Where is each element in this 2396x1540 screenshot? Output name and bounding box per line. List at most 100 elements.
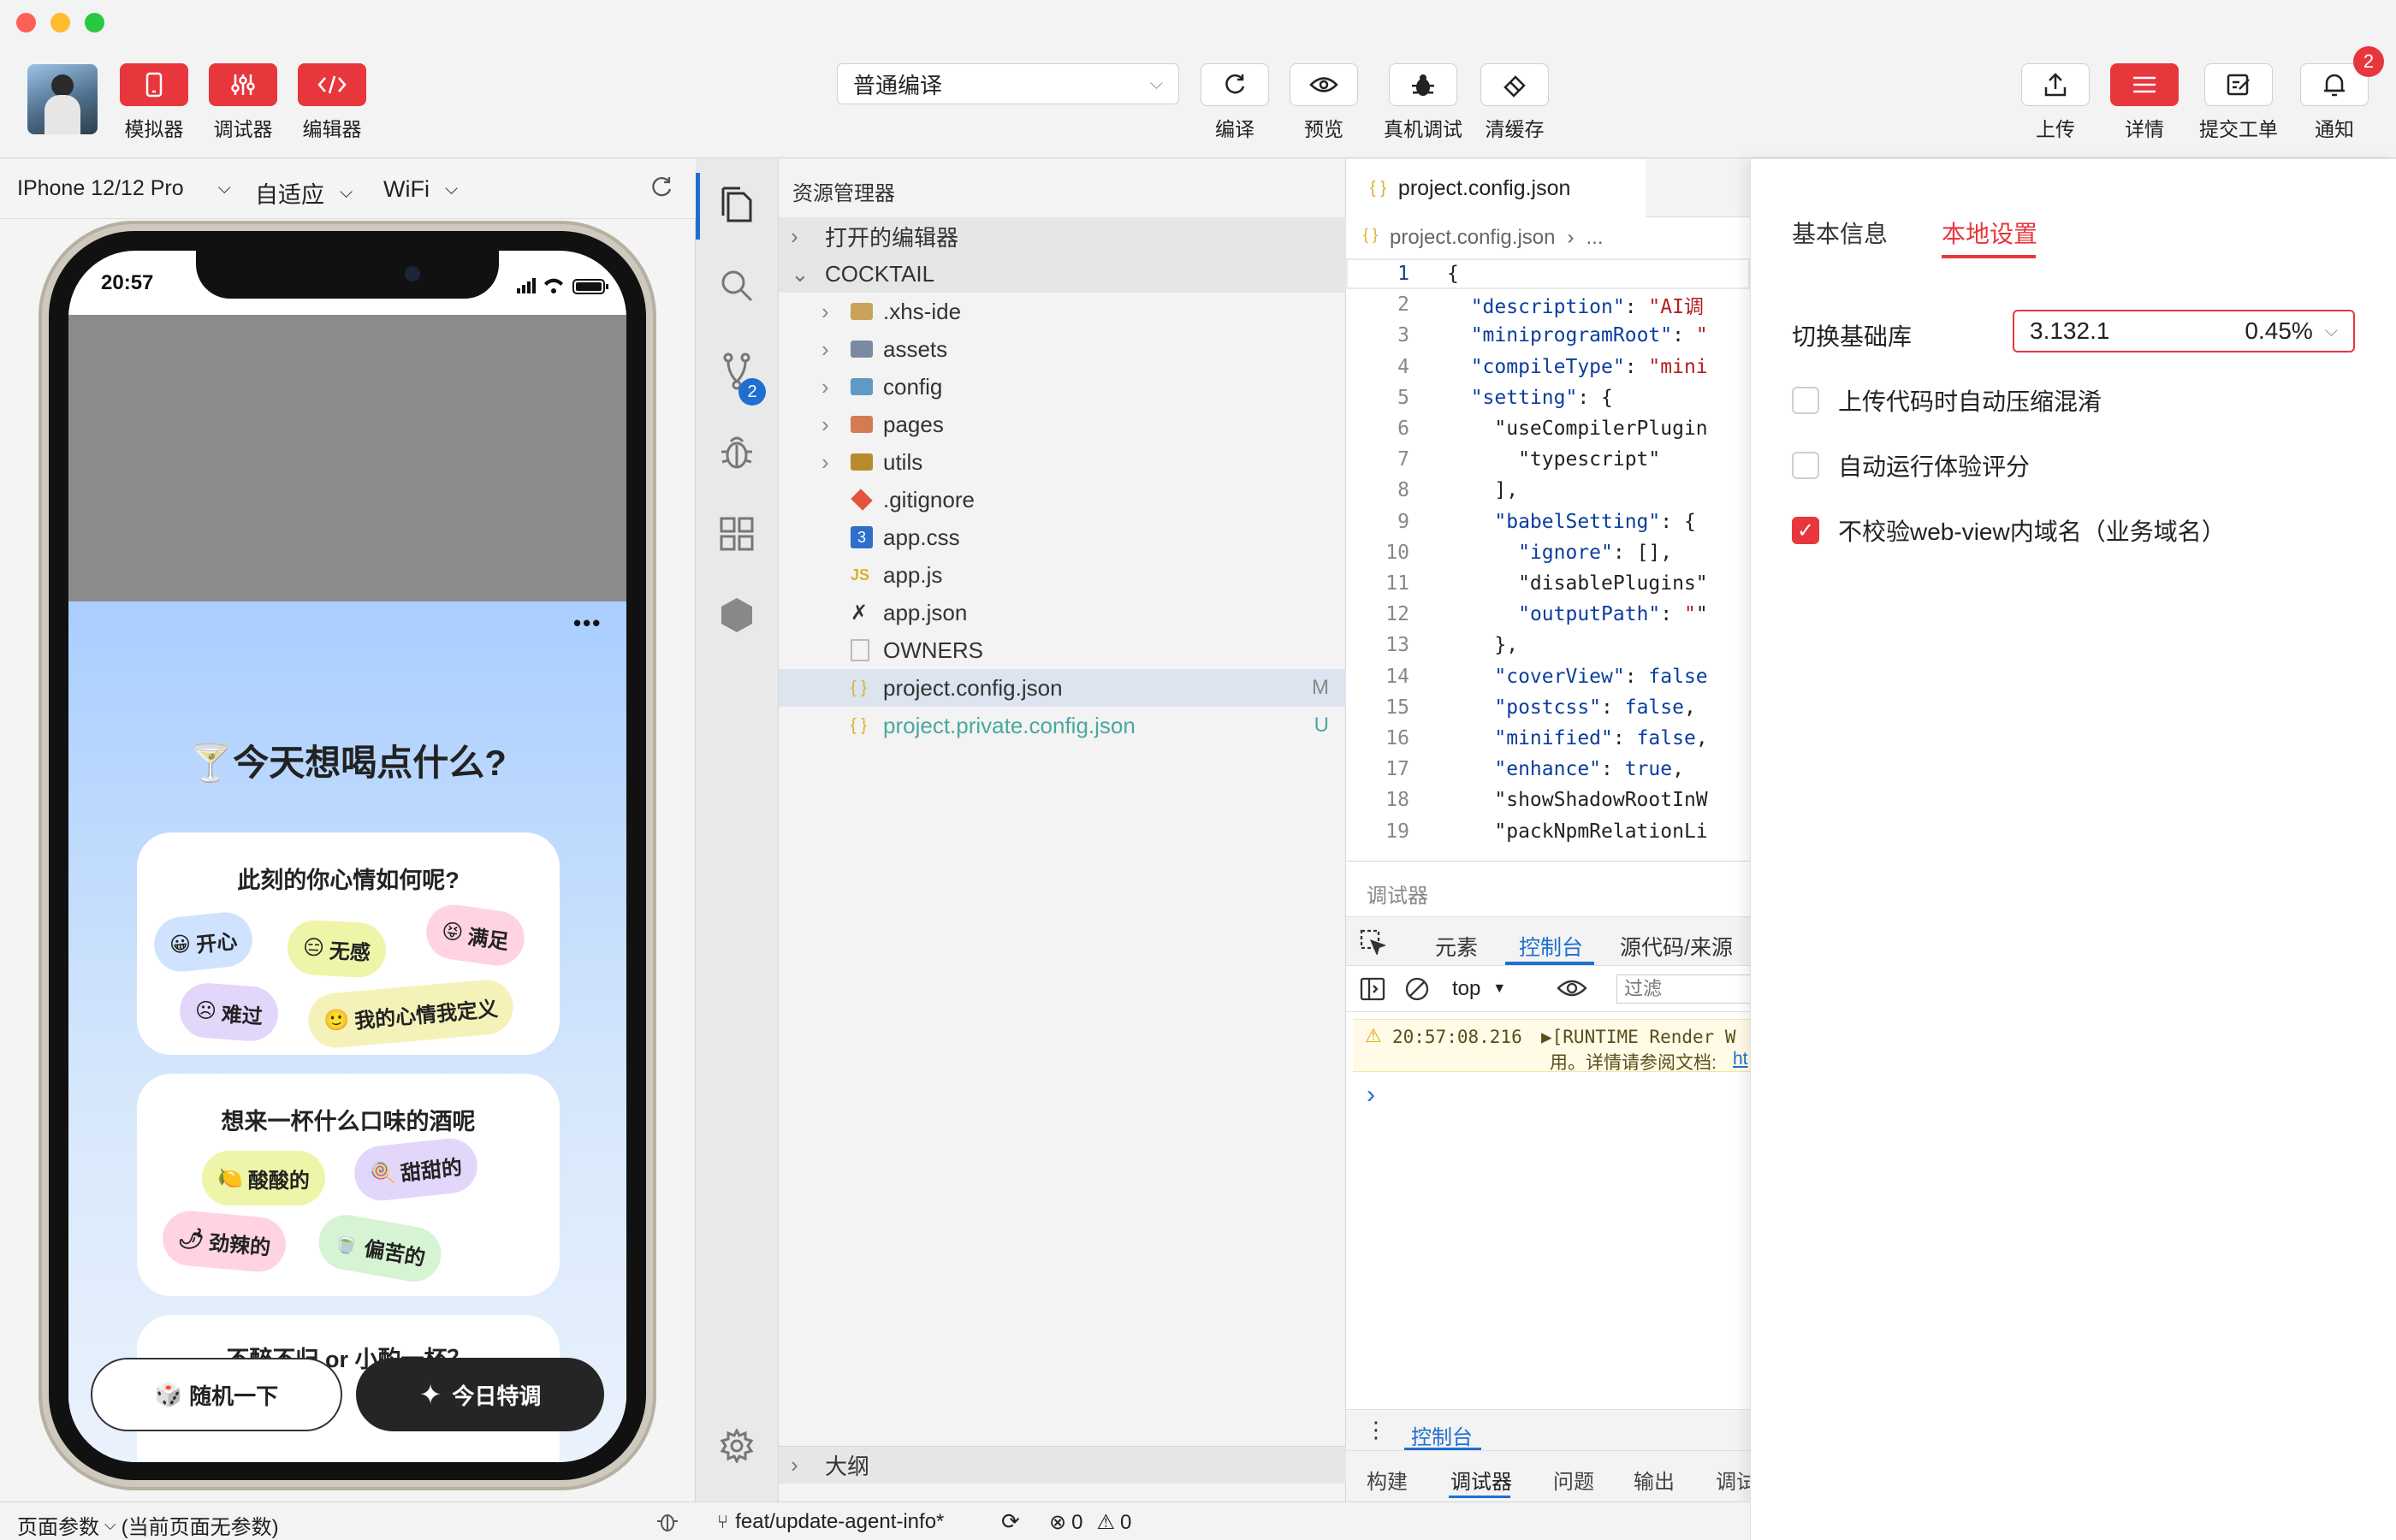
tree-file[interactable]: ✗ app.json: [779, 594, 1346, 631]
device-select[interactable]: IPhone 12/12 Pro ⌵: [17, 176, 231, 201]
extensions-icon[interactable]: [720, 517, 754, 555]
git-branch[interactable]: ⑂ feat/update-agent-info*: [717, 1510, 944, 1534]
code-line[interactable]: 6 "useCompilerPlugin: [1346, 413, 1750, 444]
mood-chip[interactable]: 😝 满足: [423, 901, 528, 969]
console-prompt[interactable]: ›: [1367, 1081, 1375, 1110]
outline-section[interactable]: › 大纲: [779, 1446, 1346, 1484]
code-line[interactable]: 15 "postcss": false,: [1346, 692, 1750, 723]
submit-ticket-button[interactable]: 提交工单: [2199, 63, 2278, 142]
tree-file[interactable]: 3 app.css: [779, 518, 1346, 556]
flavor-chip[interactable]: 🍵 偏苦的: [314, 1210, 446, 1287]
notify-button[interactable]: 通知: [2300, 63, 2369, 142]
more-menu-button[interactable]: •••: [573, 610, 602, 637]
sync-icon[interactable]: ⟳: [1001, 1508, 1020, 1535]
preview-button[interactable]: 预览: [1290, 63, 1358, 142]
code-line[interactable]: 3 "miniprogramRoot": ": [1346, 320, 1750, 351]
checkbox-unchecked[interactable]: [1792, 452, 1819, 479]
tab-output[interactable]: 输出: [1634, 1465, 1675, 1495]
close-window-button[interactable]: [16, 13, 36, 33]
simulator-debug-icon[interactable]: [655, 1509, 679, 1539]
page-params-select[interactable]: 页面参数 ⌵ (当前页面无参数): [17, 1510, 279, 1540]
tab-build[interactable]: 构建: [1367, 1465, 1408, 1495]
console-filter-input[interactable]: [1616, 974, 1753, 1004]
tree-file-selected[interactable]: { } project.config.json M: [779, 669, 1346, 707]
avatar[interactable]: [27, 64, 98, 134]
log-doc-link[interactable]: ht: [1733, 1049, 1748, 1069]
option-auto-score[interactable]: 自动运行体验评分: [1792, 448, 2030, 483]
clear-console-icon[interactable]: [1404, 976, 1430, 1006]
code-line[interactable]: 5 "setting": {: [1346, 382, 1750, 413]
live-expression-eye-icon[interactable]: [1557, 978, 1587, 1003]
compile-button[interactable]: 编译: [1201, 63, 1269, 142]
mood-chip[interactable]: ☹ 难过: [177, 981, 281, 1043]
fit-select[interactable]: 自适应 ⌵: [255, 176, 353, 210]
debugger-toggle[interactable]: 调试器: [209, 63, 277, 142]
checkmark-icon[interactable]: ✓: [1792, 517, 1819, 544]
search-icon[interactable]: [720, 269, 754, 307]
tab-sources[interactable]: 源代码/来源: [1620, 931, 1733, 962]
inspect-element-icon[interactable]: [1360, 929, 1387, 959]
upload-button[interactable]: 上传: [2021, 63, 2090, 142]
tree-file[interactable]: .gitignore: [779, 481, 1346, 518]
zoom-window-button[interactable]: [85, 13, 104, 33]
tree-folder[interactable]: › pages: [779, 406, 1346, 443]
option-compress[interactable]: 上传代码时自动压缩混淆: [1792, 383, 2102, 418]
code-line[interactable]: 14 "coverView": false: [1346, 661, 1750, 692]
code-line[interactable]: 8 ],: [1346, 475, 1750, 506]
option-skip-domain-check[interactable]: ✓ 不校验web-view内域名（业务域名）: [1792, 513, 2226, 548]
tree-file[interactable]: JS app.js: [779, 556, 1346, 594]
clear-cache-button[interactable]: 清缓存: [1480, 63, 1549, 142]
special-button[interactable]: ✦ 今日特调: [356, 1358, 604, 1431]
drawer-tab-console[interactable]: 控制台: [1411, 1420, 1473, 1450]
code-line[interactable]: 11 "disablePlugins": [1346, 568, 1750, 599]
tree-file[interactable]: OWNERS: [779, 631, 1346, 669]
code-line[interactable]: 2 "description": "AI调: [1346, 289, 1750, 320]
checkbox-unchecked[interactable]: [1792, 387, 1819, 414]
tab-console[interactable]: 控制台: [1519, 931, 1583, 962]
base-lib-select[interactable]: 3.132.1 0.45% ⌵: [2013, 310, 2355, 352]
simulator-toggle[interactable]: 模拟器: [120, 63, 188, 142]
minimize-window-button[interactable]: [50, 13, 70, 33]
tree-folder[interactable]: › utils: [779, 443, 1346, 481]
random-button[interactable]: 🎲 随机一下: [91, 1358, 342, 1431]
editor-toggle[interactable]: 编辑器: [298, 63, 366, 142]
code-line[interactable]: 4 "compileType": "mini: [1346, 352, 1750, 382]
settings-gear-icon[interactable]: [720, 1427, 754, 1467]
flavor-chip[interactable]: 🌶 劲辣的: [160, 1208, 288, 1275]
code-line[interactable]: 17 "enhance": true,: [1346, 754, 1750, 785]
debug-bug-icon[interactable]: [720, 433, 754, 475]
tab-basic-info[interactable]: 基本信息: [1792, 216, 1888, 250]
drawer-menu-icon[interactable]: ⋮: [1365, 1417, 1387, 1443]
tree-folder[interactable]: › .xhs-ide: [779, 293, 1346, 330]
compile-mode-select[interactable]: 普通编译 ⌵: [837, 63, 1179, 104]
code-line[interactable]: 16 "minified": false,: [1346, 723, 1750, 754]
real-debug-button[interactable]: 真机调试: [1384, 63, 1462, 142]
tab-problems[interactable]: 问题: [1553, 1465, 1594, 1495]
tree-file[interactable]: { } project.private.config.json U: [779, 707, 1346, 744]
editor-tab[interactable]: { } project.config.json: [1346, 159, 1646, 217]
tree-folder[interactable]: › assets: [779, 330, 1346, 368]
console-warning-row[interactable]: ⚠ 20:57:08.216 ▶[RUNTIME Render W 用。详情请参…: [1353, 1019, 1750, 1073]
code-line[interactable]: 19 "packNpmRelationLi: [1346, 816, 1750, 847]
flavor-chip[interactable]: 🍋 酸酸的: [202, 1151, 325, 1205]
mood-chip[interactable]: 🙂 我的心情我定义: [305, 977, 516, 1051]
tab-debugger[interactable]: 调试器: [1450, 1465, 1512, 1495]
code-line[interactable]: 12 "outputPath": "": [1346, 599, 1750, 630]
mood-chip[interactable]: 😑 无感: [286, 919, 388, 979]
code-area[interactable]: 1{2 "description": "AI调 3 "miniprogramRoo…: [1346, 258, 1750, 857]
tab-elements[interactable]: 元素: [1435, 931, 1478, 962]
code-line[interactable]: 10 "ignore": [],: [1346, 537, 1750, 568]
hexagon-plugin-icon[interactable]: [720, 597, 754, 637]
mood-chip[interactable]: 😀 开心: [151, 909, 256, 974]
sidebar-toggle-icon[interactable]: [1360, 976, 1385, 1006]
code-line[interactable]: 1{: [1346, 258, 1750, 289]
tree-folder[interactable]: › config: [779, 368, 1346, 406]
rotate-refresh-icon[interactable]: [649, 175, 674, 206]
code-line[interactable]: 13 },: [1346, 630, 1750, 660]
problems-indicator[interactable]: ⊗ 0 ⚠ 0: [1049, 1510, 1131, 1535]
files-icon[interactable]: [720, 187, 754, 228]
code-line[interactable]: 9 "babelSetting": {: [1346, 506, 1750, 537]
flavor-chip[interactable]: 🍭 甜甜的: [352, 1135, 480, 1204]
context-select[interactable]: top ▼: [1452, 974, 1506, 1004]
details-button[interactable]: 详情: [2110, 63, 2179, 142]
